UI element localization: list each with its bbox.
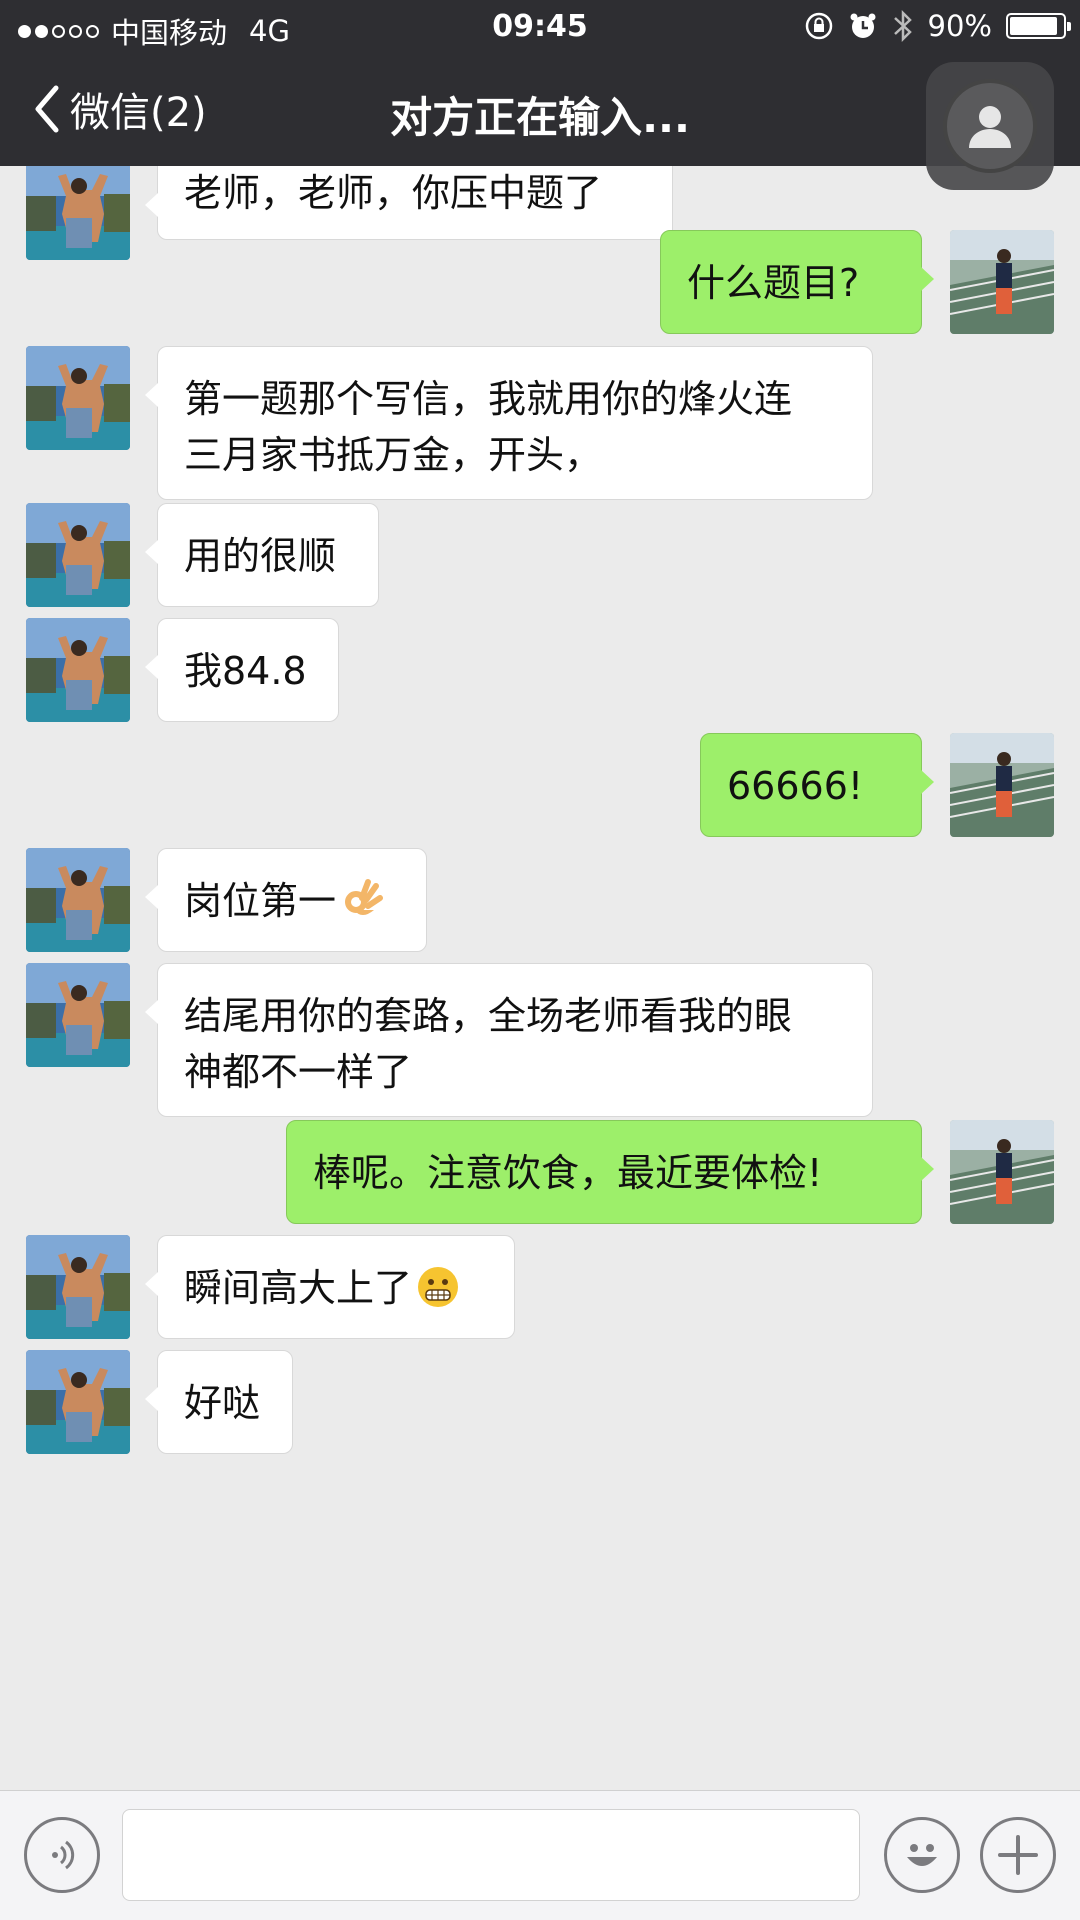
contact-avatar[interactable] [26, 346, 130, 450]
incoming-message: 结尾用你的套路，全场老师看我的眼 神都不一样了 [0, 963, 1080, 1117]
input-bar [0, 1790, 1080, 1920]
incoming-message: 好哒 [0, 1350, 1080, 1454]
message-text: 我84.8 [184, 649, 307, 693]
message-bubble[interactable]: 瞬间高大上了 [145, 1235, 515, 1339]
message-bubble[interactable]: 我84.8 [145, 618, 339, 722]
grin-emoji-icon [418, 1267, 459, 1307]
message-list[interactable]: 老师，老师，你压中题了什么题目? 第一题那个写信，我就用你的烽火连 三月家书抵万金… [0, 166, 1080, 1790]
message-text: 岗位第一 [184, 879, 337, 923]
voice-icon [52, 1840, 75, 1870]
contact-avatar[interactable] [26, 618, 130, 722]
wechat-chat-screen: 中国移动 4G 09:45 90% 微信(2) 对方正在输入... 老师，老师，… [0, 0, 1080, 1920]
incoming-message: 老师，老师，你压中题了 [0, 166, 1080, 260]
message-bubble[interactable]: 棒呢。注意饮食，最近要体检! [286, 1120, 934, 1224]
message-text: 什么题目? [687, 261, 860, 305]
alarm-icon [850, 13, 876, 38]
battery-icon [1006, 13, 1071, 39]
my-avatar[interactable] [950, 733, 1054, 837]
navigation-bar: 微信(2) 对方正在输入... [0, 54, 1080, 190]
message-bubble[interactable]: 岗位第一 [145, 848, 427, 952]
incoming-message: 岗位第一 [0, 848, 1080, 952]
message-bubble[interactable]: 什么题目? [660, 230, 934, 334]
message-text: 结尾用你的套路，全场老师看我的眼 神都不一样了 [184, 994, 793, 1094]
my-avatar[interactable] [950, 1120, 1054, 1224]
message-text: 瞬间高大上了 [184, 1266, 413, 1310]
status-bar: 中国移动 4G 09:45 90% [0, 0, 1080, 54]
message-bubble[interactable]: 老师，老师，你压中题了 [145, 166, 673, 240]
person-icon [969, 106, 1011, 148]
incoming-message: 第一题那个写信，我就用你的烽火连 三月家书抵万金，开头， [0, 346, 1080, 500]
message-text: 棒呢。注意饮食，最近要体检! [313, 1151, 823, 1195]
incoming-message: 我84.8 [0, 618, 1080, 722]
contact-avatar[interactable] [26, 963, 130, 1067]
contact-avatar[interactable] [26, 1350, 130, 1454]
message-text: 老师，老师，你压中题了 [184, 171, 603, 215]
plus-icon [998, 1835, 1038, 1875]
message-text: 好哒 [184, 1381, 261, 1425]
voice-button[interactable] [24, 1817, 100, 1893]
battery-percent: 90% [927, 9, 992, 43]
rotation-lock-icon [805, 12, 832, 40]
bluetooth-icon [893, 9, 912, 43]
message-input[interactable] [122, 1809, 860, 1901]
ok-hand-emoji-icon [345, 879, 384, 915]
message-bubble[interactable]: 好哒 [145, 1350, 293, 1454]
smile-icon [907, 1844, 937, 1866]
more-button[interactable] [980, 1817, 1056, 1893]
contact-avatar[interactable] [26, 848, 130, 952]
message-bubble[interactable]: 第一题那个写信，我就用你的烽火连 三月家书抵万金，开头， [145, 346, 873, 500]
message-text: 66666! [727, 764, 864, 808]
outgoing-message: 什么题目? [0, 230, 1080, 334]
contact-avatar[interactable] [26, 503, 130, 607]
emoji-button[interactable] [884, 1817, 960, 1893]
incoming-message: 瞬间高大上了 [0, 1235, 1080, 1339]
message-text: 第一题那个写信，我就用你的烽火连 三月家书抵万金，开头， [184, 377, 793, 477]
message-text: 用的很顺 [184, 534, 337, 578]
outgoing-message: 棒呢。注意饮食，最近要体检! [0, 1120, 1080, 1224]
message-bubble[interactable]: 用的很顺 [145, 503, 379, 607]
my-avatar[interactable] [950, 230, 1054, 334]
contact-avatar[interactable] [26, 1235, 130, 1339]
message-bubble[interactable]: 66666! [700, 733, 934, 837]
outgoing-message: 66666! [0, 733, 1080, 837]
message-bubble[interactable]: 结尾用你的套路，全场老师看我的眼 神都不一样了 [145, 963, 873, 1117]
page-title: 对方正在输入... [390, 93, 690, 142]
incoming-message: 用的很顺 [0, 503, 1080, 607]
